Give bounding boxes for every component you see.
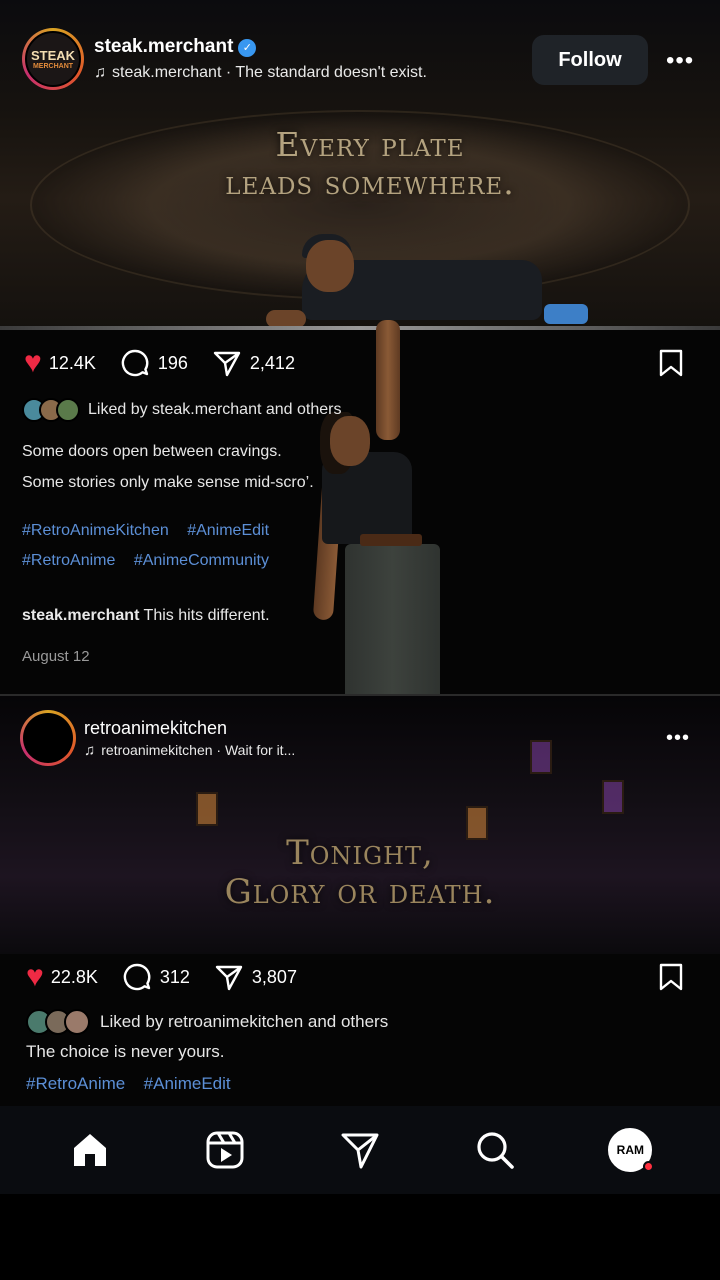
character-arm-raised: [376, 320, 400, 440]
post2-audio[interactable]: ♫ retroanimekitchen · Wait for it...: [84, 742, 295, 759]
avatar-logo-text: STEAK: [30, 47, 76, 63]
comment-icon[interactable]: [122, 962, 152, 992]
post2-more-icon[interactable]: •••: [666, 728, 690, 748]
post2-share-count: 3,807: [251, 966, 297, 987]
profile-avatar[interactable]: RAM: [600, 1120, 660, 1180]
music-note-icon: ♫: [94, 64, 106, 81]
follow-button[interactable]: Follow: [532, 35, 648, 85]
post2-like-count: 22.8K: [50, 966, 98, 987]
comment-text: This hits different.: [143, 607, 270, 624]
post1-overlay-title: Every plate leads somewhere.: [225, 125, 515, 202]
post1-like-count: 12.4K: [48, 352, 96, 373]
avatar-logo-subtext: MERCHANT: [32, 62, 74, 70]
character-head: [330, 416, 370, 466]
bookmark-icon[interactable]: [658, 962, 684, 992]
post1-username[interactable]: steak.merchant: [94, 36, 233, 57]
post1-caption: Some doors open between cravings. Some s…: [22, 443, 314, 491]
music-note-icon: ♫: [84, 742, 96, 759]
post1-character-hanging: [345, 544, 440, 704]
post1-liked-by[interactable]: Liked by steak.merchant and others: [22, 398, 341, 422]
post1-comment-count: 196: [157, 352, 188, 373]
hashtag-link[interactable]: #RetroAnime: [26, 1074, 125, 1093]
post2-audio-text: retroanimekitchen · Wait for it...: [101, 742, 296, 758]
bottom-nav-bar: RAM: [0, 1106, 720, 1194]
window-light: [530, 740, 552, 774]
post1-character-top: [262, 234, 592, 332]
liker-avatar: [64, 1009, 90, 1035]
reels-icon[interactable]: [195, 1120, 255, 1180]
post2-username[interactable]: retroanimekitchen: [84, 718, 227, 738]
notification-dot: [643, 1161, 655, 1172]
post1-divider-ledge: [0, 326, 720, 330]
like-heart-icon[interactable]: ♥: [26, 962, 44, 992]
like-heart-icon[interactable]: ♥: [24, 348, 42, 378]
home-icon[interactable]: [60, 1120, 120, 1180]
verified-badge-icon: ✓: [238, 39, 257, 57]
comment-username[interactable]: steak.merchant: [22, 607, 139, 624]
post1-more-icon[interactable]: •••: [666, 49, 694, 73]
hashtag-link[interactable]: #RetroAnimeKitchen: [22, 522, 169, 539]
character-belt: [360, 534, 422, 546]
share-send-icon[interactable]: [214, 962, 244, 992]
post1-action-row: ♥ 12.4K 196 2,412: [24, 348, 696, 378]
liked-by-text: Liked by retroanimekitchen and others: [100, 1012, 389, 1031]
post2-liked-by[interactable]: Liked by retroanimekitchen and others: [26, 1009, 388, 1035]
post2-overlay-title: Tonight, Glory or death.: [224, 833, 496, 913]
post1-date: August 12: [22, 648, 90, 665]
liker-avatar: [56, 398, 80, 422]
post1-audio[interactable]: ♫ steak.merchant · The standard doesn't e…: [94, 64, 427, 82]
hashtag-link[interactable]: #RetroAnime: [22, 552, 115, 569]
post1-hashtags-row1: #RetroAnimeKitchen #AnimeEdit: [22, 522, 283, 540]
window-light: [602, 780, 624, 814]
post1-audio-text: steak.merchant · The standard doesn't ex…: [112, 64, 427, 81]
post2-username-row[interactable]: retroanimekitchen: [84, 718, 227, 739]
comment-icon[interactable]: [120, 348, 150, 378]
direct-send-icon[interactable]: [330, 1120, 390, 1180]
hashtag-link[interactable]: #AnimeEdit: [144, 1074, 231, 1093]
hashtag-link[interactable]: #AnimeCommunity: [134, 552, 269, 569]
post2-caption: The choice is never yours.: [26, 1042, 225, 1061]
liked-by-text: Liked by steak.merchant and others: [88, 401, 342, 418]
post1-share-count: 2,412: [249, 352, 295, 373]
post2-hashtags: #RetroAnime #AnimeEdit: [26, 1074, 245, 1094]
post2-comment-count: 312: [159, 966, 190, 987]
profile-avatar-text: RAM: [616, 1143, 644, 1157]
post1-hashtags-row2: #RetroAnime #AnimeCommunity: [22, 552, 283, 570]
post1-top-comment[interactable]: steak.merchant This hits different.: [22, 607, 270, 625]
post2-avatar[interactable]: [20, 710, 76, 766]
post1-avatar[interactable]: STEAK MERCHANT: [22, 28, 84, 90]
post2-action-row: ♥ 22.8K 312 3,807: [26, 962, 698, 992]
search-icon[interactable]: [465, 1120, 525, 1180]
hashtag-link[interactable]: #AnimeEdit: [187, 522, 269, 539]
window-light: [196, 792, 218, 826]
bookmark-icon[interactable]: [658, 348, 684, 378]
post1-username-row[interactable]: steak.merchant ✓: [94, 36, 257, 58]
share-send-icon[interactable]: [212, 348, 242, 378]
